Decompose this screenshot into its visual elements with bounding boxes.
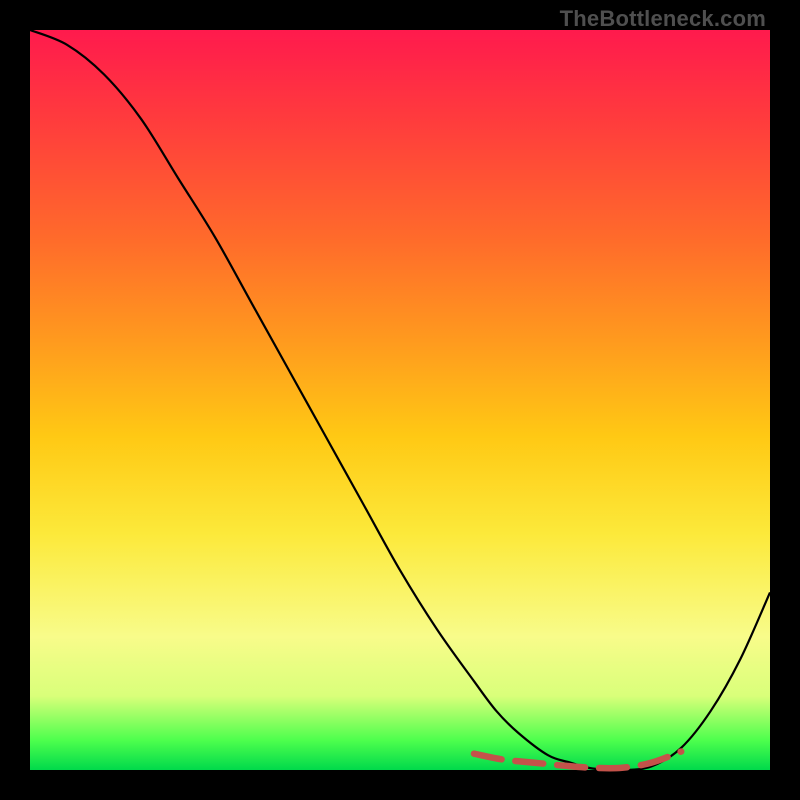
bottleneck-curve	[30, 30, 770, 770]
watermark-text: TheBottleneck.com	[560, 6, 766, 32]
chart-frame: TheBottleneck.com	[0, 0, 800, 800]
optimal-range-marker	[474, 752, 681, 769]
chart-svg	[30, 30, 770, 770]
